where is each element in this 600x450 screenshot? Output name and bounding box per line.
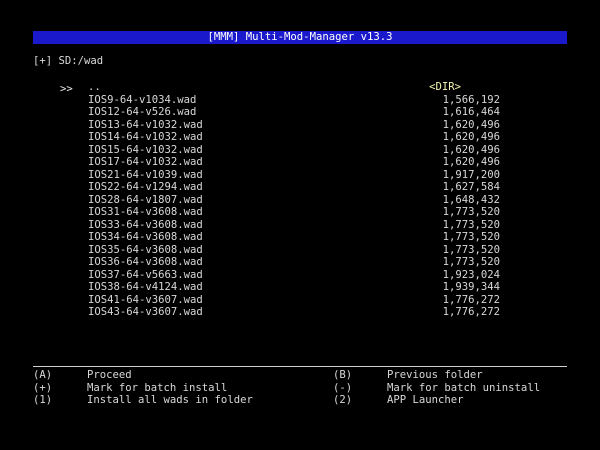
file-name: IOS13-64-v1032.wad [88, 118, 203, 131]
file-size: 1,620,496 [442, 143, 500, 156]
file-row[interactable]: IOS34-64-v3608.wad 1,773,520 [88, 231, 508, 244]
dir-label: <DIR> [429, 81, 461, 93]
file-row[interactable]: IOS31-64-v3608.wad 1,773,520 [88, 206, 508, 219]
controls-legend-right: (B) Previous folder (-) Mark for batch unin… [333, 369, 600, 407]
divider [33, 366, 567, 367]
file-row[interactable]: IOS15-64-v1032.wad 1,620,496 [88, 144, 508, 157]
file-size: 1,648,432 [442, 193, 500, 206]
file-row[interactable]: IOS37-64-v5663.wad 1,923,024 [88, 269, 508, 282]
button-key: (2) [333, 394, 353, 406]
file-name: IOS37-64-v5663.wad [88, 268, 203, 281]
file-row[interactable]: IOS36-64-v3608.wad 1,773,520 [88, 256, 508, 269]
file-size: 1,627,584 [442, 181, 500, 193]
file-row[interactable]: IOS9-64-v1034.wad 1,566,192 [88, 94, 508, 107]
file-row[interactable]: IOS22-64-v1294.wad 1,627,584 [88, 181, 508, 194]
file-name: IOS22-64-v1294.wad [88, 181, 203, 193]
file-row[interactable]: IOS13-64-v1032.wad 1,620,496 [88, 119, 508, 132]
file-row[interactable]: IOS14-64-v1032.wad 1,620,496 [88, 131, 508, 144]
file-name: IOS15-64-v1032.wad [88, 143, 203, 156]
button-key: (1) [33, 394, 53, 406]
control-hint: (+) Mark for batch install [33, 382, 303, 395]
file-name: IOS36-64-v3608.wad [88, 256, 203, 268]
file-row[interactable]: IOS28-64-v1807.wad 1,648,432 [88, 194, 508, 207]
file-name: IOS38-64-v4124.wad [88, 281, 203, 293]
button-key: (+) [33, 381, 53, 394]
control-hint: (1) Install all wads in folder [33, 394, 303, 407]
control-label: APP Launcher [387, 394, 464, 406]
control-hint: (A) Proceed [33, 369, 303, 382]
file-size: 1,923,024 [442, 268, 500, 281]
title-bar: [MMM] Multi-Mod-Manager v13.3 [33, 31, 567, 44]
file-size: 1,773,520 [442, 256, 500, 268]
file-row[interactable]: IOS33-64-v3608.wad 1,773,520 [88, 219, 508, 232]
file-name: IOS12-64-v526.wad [88, 106, 197, 118]
file-size: 1,773,520 [442, 231, 500, 243]
file-size: 1,939,344 [442, 281, 500, 293]
control-hint: (2) APP Launcher [333, 394, 600, 407]
file-size: 1,917,200 [442, 168, 500, 181]
control-label: Previous folder [387, 369, 483, 381]
control-hint: (-) Mark for batch uninstall [333, 382, 600, 395]
file-size: 1,620,496 [442, 131, 500, 143]
file-name: IOS9-64-v1034.wad [88, 93, 197, 106]
control-label: Mark for batch uninstall [387, 381, 541, 394]
file-name: IOS33-64-v3608.wad [88, 218, 203, 231]
file-row[interactable]: IOS41-64-v3607.wad 1,776,272 [88, 294, 508, 307]
file-name: IOS41-64-v3607.wad [88, 293, 203, 306]
controls-legend-left: (A) Proceed (+) Mark for batch install (1) In… [33, 369, 303, 407]
button-key: (-) [333, 381, 353, 394]
file-row[interactable]: IOS38-64-v4124.wad 1,939,344 [88, 281, 508, 294]
file-size: 1,620,496 [442, 156, 500, 168]
file-size: 1,776,272 [442, 293, 500, 306]
control-label: Proceed [87, 369, 132, 381]
file-list: .. <DIR> IOS9-64-v1034.wad 1,566,192 IOS12-6… [88, 81, 508, 319]
control-label: Install all wads in folder [87, 394, 253, 406]
file-name: .. [88, 81, 101, 93]
selection-cursor-icon: >> [60, 83, 73, 95]
file-size: 1,773,520 [442, 206, 500, 218]
file-name: IOS43-64-v3607.wad [88, 306, 203, 318]
file-size: 1,773,520 [442, 218, 500, 231]
file-row[interactable]: IOS17-64-v1032.wad 1,620,496 [88, 156, 508, 169]
app-title: [MMM] Multi-Mod-Manager v13.3 [207, 31, 393, 43]
file-size: 1,773,520 [442, 243, 500, 256]
file-row[interactable]: IOS43-64-v3607.wad 1,776,272 [88, 306, 508, 319]
file-size: 1,620,496 [442, 118, 500, 131]
file-name: IOS35-64-v3608.wad [88, 243, 203, 256]
file-row[interactable]: IOS35-64-v3608.wad 1,773,520 [88, 244, 508, 257]
button-key: (B) [333, 369, 353, 381]
control-label: Mark for batch install [87, 381, 228, 394]
file-size: 1,566,192 [442, 93, 500, 106]
file-row[interactable]: IOS12-64-v526.wad 1,616,464 [88, 106, 508, 119]
file-name: IOS14-64-v1032.wad [88, 131, 203, 143]
file-size: 1,616,464 [442, 106, 500, 118]
file-name: IOS21-64-v1039.wad [88, 168, 203, 181]
file-name: IOS34-64-v3608.wad [88, 231, 203, 243]
current-path: [+] SD:/wad [33, 55, 104, 67]
file-row[interactable]: IOS21-64-v1039.wad 1,917,200 [88, 169, 508, 182]
button-key: (A) [33, 369, 53, 381]
file-name: IOS31-64-v3608.wad [88, 206, 203, 218]
file-size: 1,776,272 [442, 306, 500, 318]
control-hint: (B) Previous folder [333, 369, 600, 382]
parent-folder-row[interactable]: .. <DIR> [88, 81, 508, 94]
file-name: IOS17-64-v1032.wad [88, 156, 203, 168]
file-name: IOS28-64-v1807.wad [88, 193, 203, 206]
